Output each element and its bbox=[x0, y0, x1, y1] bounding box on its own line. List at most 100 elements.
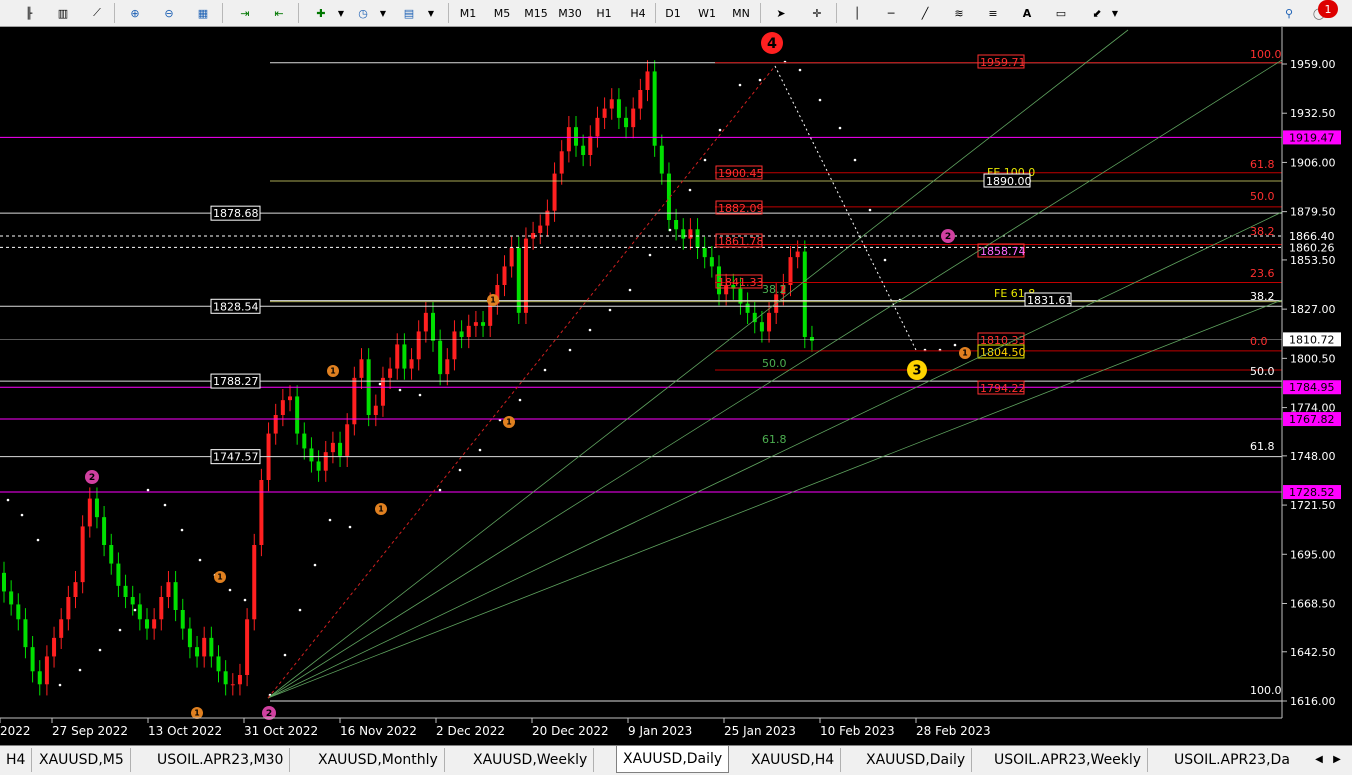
fib-level-label: 0.0 bbox=[1250, 335, 1268, 348]
chevron-down-icon[interactable]: ▼ bbox=[372, 3, 394, 23]
candle-body bbox=[23, 619, 28, 648]
candle-body bbox=[295, 396, 300, 434]
tab-xauusd-daily[interactable]: XAUUSD,Daily bbox=[860, 748, 973, 772]
psar-dot bbox=[313, 563, 317, 567]
notification-badge[interactable]: 1 bbox=[1318, 0, 1338, 18]
current-price-tag: 1810.72 bbox=[1289, 333, 1335, 346]
left-level-label: 1747.57 bbox=[213, 451, 259, 464]
tab-usoil-m30[interactable]: USOIL.APR23,M30 bbox=[151, 748, 291, 772]
text-icon[interactable]: A bbox=[1016, 3, 1038, 23]
wave-1-minor-label-text: 1 bbox=[330, 367, 335, 376]
timeframe-m5-button[interactable]: M5 bbox=[487, 3, 517, 23]
periods-clock-icon[interactable]: ◷ bbox=[352, 3, 374, 23]
fib-price-label: 1882.09 bbox=[718, 202, 764, 215]
horizontal-line-icon[interactable]: ─ bbox=[880, 3, 902, 23]
fe-price-label: 1831.61 bbox=[1027, 294, 1073, 307]
chart-shift-icon[interactable]: ⇤ bbox=[268, 3, 290, 23]
candle-body bbox=[87, 498, 92, 527]
timeframe-m30-button[interactable]: M30 bbox=[555, 3, 585, 23]
tab-xauusd-weekly[interactable]: XAUUSD,Weekly bbox=[467, 748, 595, 772]
fib-price-label: 1794.22 bbox=[980, 382, 1026, 395]
tab-usoil-daily[interactable]: USOIL.APR23,Da bbox=[1168, 748, 1296, 772]
chevron-down-icon[interactable]: ▼ bbox=[1104, 3, 1126, 23]
tab-h4[interactable]: H4 bbox=[0, 748, 33, 772]
candle-body bbox=[767, 312, 772, 332]
price-axis-label: 1748.00 bbox=[1290, 450, 1336, 463]
line-chart-icon[interactable]: ⟋ bbox=[86, 3, 108, 23]
cursor-arrow-icon[interactable]: ➤ bbox=[770, 3, 792, 23]
left-level-label: 1878.68 bbox=[213, 207, 259, 220]
psar-dot bbox=[146, 488, 150, 492]
equidistant-channel-icon[interactable]: ≋ bbox=[948, 3, 970, 23]
candle-body bbox=[180, 610, 185, 629]
price-axis-label: 1827.00 bbox=[1290, 303, 1336, 316]
wave-4-label-text: 4 bbox=[767, 36, 777, 52]
tab-xauusd-monthly[interactable]: XAUUSD,Monthly bbox=[312, 748, 445, 772]
candle-body bbox=[538, 225, 543, 233]
candle-body bbox=[659, 145, 664, 174]
candle-body bbox=[195, 647, 200, 657]
candle-body bbox=[237, 675, 242, 685]
candle-body bbox=[316, 461, 321, 471]
psar-dot bbox=[133, 608, 137, 612]
candle-body bbox=[338, 442, 343, 456]
candle-body bbox=[638, 90, 643, 109]
timeframe-h4-button[interactable]: H4 bbox=[623, 3, 653, 23]
psar-dot bbox=[883, 258, 887, 262]
timeframe-m15-button[interactable]: M15 bbox=[521, 3, 551, 23]
bar-chart-icon[interactable]: ▥ bbox=[52, 3, 74, 23]
autoscroll-icon[interactable]: ⇥ bbox=[234, 3, 256, 23]
tab-usoil-weekly[interactable]: USOIL.APR23,Weekly bbox=[988, 748, 1149, 772]
candle-body bbox=[423, 312, 428, 332]
timeframe-h1-button[interactable]: H1 bbox=[589, 3, 619, 23]
crosshair-line-icon[interactable]: ╟ bbox=[18, 3, 40, 23]
tab-xauusd-h4[interactable]: XAUUSD,H4 bbox=[745, 748, 842, 772]
price-axis-label: 1800.50 bbox=[1290, 352, 1336, 365]
psar-dot bbox=[243, 598, 247, 602]
psar-dot bbox=[98, 648, 102, 652]
price-chart[interactable]: 1919.471784.951767.821728.521866.401860.… bbox=[0, 27, 1352, 745]
tabs-scroll-left-icon[interactable]: ◀ bbox=[1312, 750, 1326, 768]
candle-body bbox=[309, 448, 314, 462]
zoom-out-icon[interactable]: ⊖ bbox=[158, 3, 180, 23]
trendline-icon[interactable]: ╱ bbox=[914, 3, 936, 23]
psar-dot bbox=[298, 608, 302, 612]
candle-body bbox=[616, 99, 621, 118]
timeframe-m1-button[interactable]: M1 bbox=[453, 3, 483, 23]
search-icon[interactable]: ⚲ bbox=[1278, 3, 1300, 23]
fib-fan-label: 50.0 bbox=[762, 357, 787, 370]
candle-body bbox=[2, 572, 6, 592]
wave-3-label-text: 3 bbox=[913, 364, 922, 379]
price-axis-label: 1932.50 bbox=[1290, 107, 1336, 120]
candle-body bbox=[395, 344, 400, 369]
left-level-label: 1788.27 bbox=[213, 375, 259, 388]
candle-body bbox=[145, 619, 149, 629]
templates-icon[interactable]: ▤ bbox=[398, 3, 420, 23]
time-axis-label: 28 Feb 2023 bbox=[916, 724, 991, 738]
psar-dot bbox=[418, 393, 422, 397]
indicators-icon[interactable]: ✚ bbox=[310, 3, 332, 23]
candle-body bbox=[9, 591, 14, 605]
text-label-icon[interactable]: ▭ bbox=[1050, 3, 1072, 23]
candle-body bbox=[44, 656, 49, 685]
time-axis-label: 9 Jan 2023 bbox=[628, 724, 692, 738]
wave-1-minor-label-text: 1 bbox=[194, 709, 199, 718]
tab-xauusd-m5[interactable]: XAUUSD,M5 bbox=[33, 748, 131, 772]
vertical-line-icon[interactable]: │ bbox=[846, 3, 868, 23]
chevron-down-icon[interactable]: ▼ bbox=[420, 3, 442, 23]
timeframe-d1-button[interactable]: D1 bbox=[658, 3, 688, 23]
crosshair-icon[interactable]: ✛ bbox=[806, 3, 828, 23]
tabs-scroll-right-icon[interactable]: ▶ bbox=[1330, 750, 1344, 768]
fibonacci-icon[interactable]: ≡ bbox=[982, 3, 1004, 23]
timeframe-mn-button[interactable]: MN bbox=[726, 3, 756, 23]
psar-dot bbox=[118, 628, 122, 632]
candle-body bbox=[409, 359, 414, 369]
timeframe-w1-button[interactable]: W1 bbox=[692, 3, 722, 23]
price-axis-label: 1853.50 bbox=[1290, 254, 1336, 267]
tile-windows-icon[interactable]: ▦ bbox=[192, 3, 214, 23]
zoom-in-icon[interactable]: ⊕ bbox=[124, 3, 146, 23]
chevron-down-icon[interactable]: ▼ bbox=[330, 3, 352, 23]
candle-body bbox=[223, 671, 228, 685]
psar-dot bbox=[78, 668, 82, 672]
tab-xauusd-daily-active[interactable]: XAUUSD,Daily bbox=[616, 746, 730, 773]
